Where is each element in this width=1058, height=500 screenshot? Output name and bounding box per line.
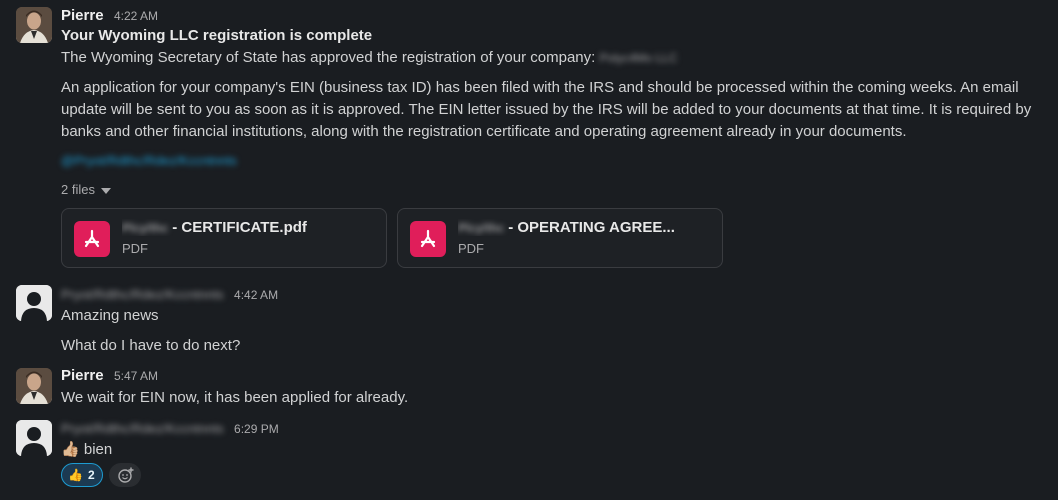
reaction-thumbs-up[interactable]: 👍 2 bbox=[61, 463, 103, 487]
author-name[interactable]: Pierre bbox=[61, 367, 104, 384]
reaction-count: 2 bbox=[88, 468, 95, 482]
pdf-icon bbox=[410, 221, 446, 257]
chevron-down-icon bbox=[100, 187, 111, 194]
author-name-redacted[interactable]: Pryot/Rdthc/Rdez/Kccntnnts bbox=[61, 421, 224, 436]
message-line: 👍🏼 bien bbox=[61, 439, 112, 461]
company-name-redacted: Polyc4Mo LLC bbox=[599, 51, 678, 65]
message-paragraph: An application for your company's EIN (b… bbox=[61, 79, 1032, 140]
files-count-label: 2 files bbox=[61, 182, 95, 197]
file-attachment-operating-agreement[interactable]: Plcy/thc - OPERATING AGREE... PDF bbox=[397, 208, 723, 268]
message-text: bien bbox=[83, 441, 113, 458]
timestamp[interactable]: 4:42 AM bbox=[234, 288, 278, 302]
file-name-redacted: Plcy/thc bbox=[458, 221, 505, 235]
add-reaction-button[interactable] bbox=[109, 463, 141, 487]
thumbs-up-emoji: 👍 bbox=[68, 468, 83, 482]
file-name-text: - CERTIFICATE.pdf bbox=[168, 219, 307, 236]
file-name: Plcy/thc - OPERATING AGREE... bbox=[458, 219, 714, 236]
file-name-text: - OPERATING AGREE... bbox=[504, 219, 675, 236]
avatar[interactable] bbox=[16, 420, 52, 456]
portrait-icon bbox=[16, 7, 52, 43]
message-text: We wait for EIN now, it has been applied… bbox=[61, 389, 409, 406]
file-name-redacted: Plcy/thc bbox=[122, 221, 169, 235]
channel-link[interactable]: @Pryot/Rdthc/Rdez/Kccntnnts bbox=[61, 153, 237, 168]
timestamp[interactable]: 4:22 AM bbox=[114, 9, 158, 23]
files-toggle[interactable]: 2 files bbox=[61, 182, 111, 197]
file-type: PDF bbox=[122, 241, 148, 256]
message-text: The Wyoming Secretary of State has appro… bbox=[61, 49, 596, 66]
file-name: Plcy/thc - CERTIFICATE.pdf bbox=[122, 219, 378, 236]
pdf-icon bbox=[74, 221, 110, 257]
timestamp[interactable]: 5:47 AM bbox=[114, 369, 158, 383]
default-avatar-icon bbox=[16, 420, 52, 456]
author-name-redacted[interactable]: Pryot/Rdthc/Rdez/Kccntnnts bbox=[61, 287, 224, 302]
message-line: The Wyoming Secretary of State has appro… bbox=[61, 47, 678, 69]
portrait-icon bbox=[16, 368, 52, 404]
default-avatar-icon bbox=[16, 285, 52, 321]
avatar[interactable] bbox=[16, 285, 52, 321]
file-attachment-certificate[interactable]: Plcy/thc - CERTIFICATE.pdf PDF bbox=[61, 208, 387, 268]
thumbs-up-emoji: 👍🏼 bbox=[61, 441, 80, 458]
avatar[interactable] bbox=[16, 368, 52, 404]
file-type: PDF bbox=[458, 241, 484, 256]
message-text: Amazing news bbox=[61, 307, 159, 324]
author-name[interactable]: Pierre bbox=[61, 7, 104, 24]
message-title: Your Wyoming LLC registration is complet… bbox=[61, 27, 373, 44]
avatar[interactable] bbox=[16, 7, 52, 43]
message-text: What do I have to do next? bbox=[61, 337, 241, 354]
timestamp[interactable]: 6:29 PM bbox=[234, 422, 279, 436]
add-emoji-icon bbox=[118, 467, 134, 483]
